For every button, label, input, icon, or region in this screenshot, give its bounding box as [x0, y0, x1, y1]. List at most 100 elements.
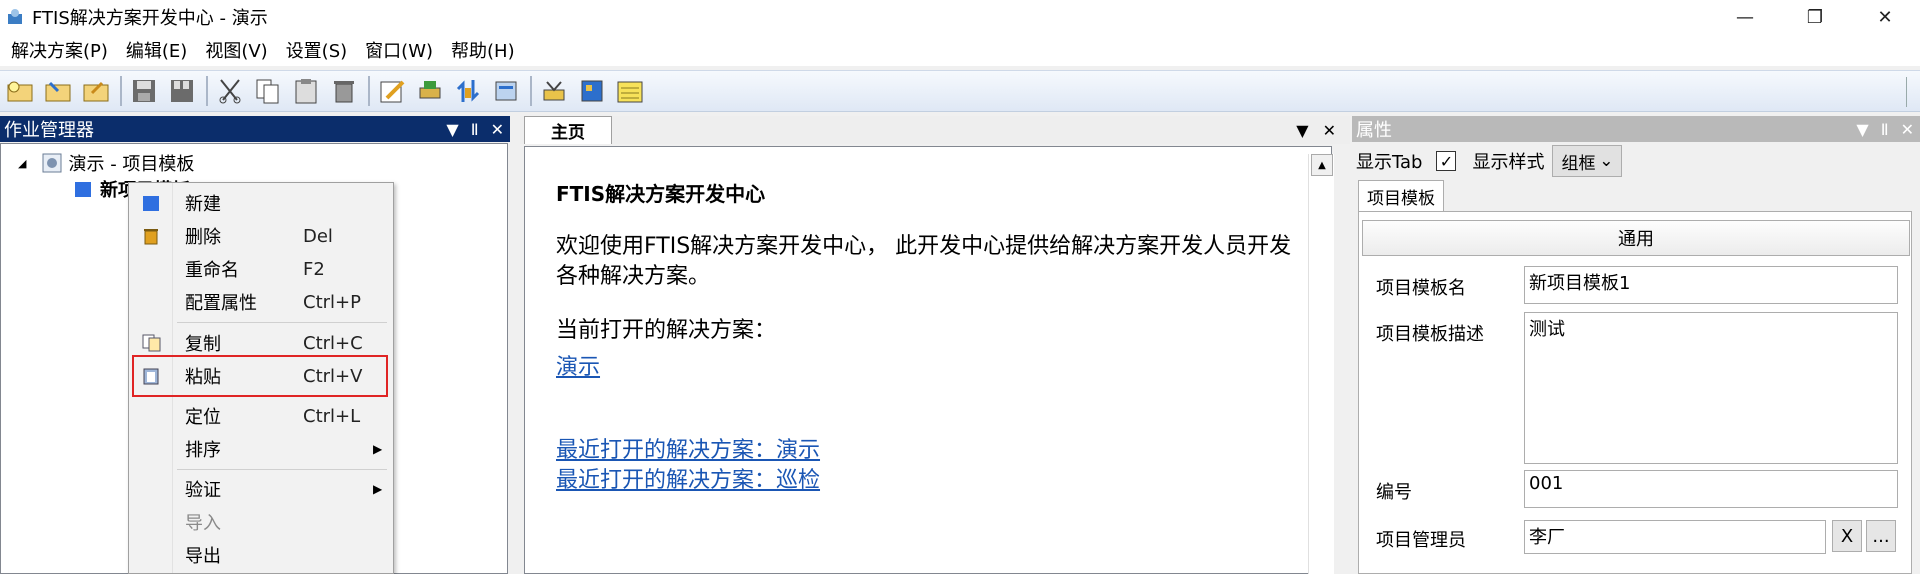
home-page [524, 146, 1332, 574]
close-window-button[interactable]: ✕ [1850, 0, 1920, 34]
menu-window[interactable]: 窗口(W) [356, 37, 442, 63]
delete-icon[interactable] [328, 75, 360, 107]
menu-help[interactable]: 帮助(H) [442, 37, 524, 63]
menu-item-label: 排序 [185, 440, 221, 461]
tools-icon[interactable] [538, 75, 570, 107]
panel-dropdown-icon[interactable]: ▼ [1856, 120, 1868, 139]
menu-separator [177, 469, 387, 470]
toolbar-separator [206, 76, 208, 106]
toolbar-separator [530, 76, 532, 106]
pin-icon[interactable]: Ⅱ [1881, 120, 1889, 139]
tab-list-icon[interactable]: ▼ [1296, 121, 1308, 140]
number-field[interactable]: 001 [1524, 470, 1898, 508]
restore-button[interactable]: ❐ [1780, 0, 1850, 34]
number-label: 编号 [1376, 482, 1412, 503]
config-icon[interactable] [576, 75, 608, 107]
toolbar-separator [120, 76, 122, 106]
menu-item-label: 配置属性 [185, 293, 257, 314]
menu-item-label: 新建 [185, 194, 221, 215]
menu-settings[interactable]: 设置(S) [277, 37, 356, 63]
left-panel-scrollbar[interactable] [508, 143, 520, 574]
properties-header: 属性 ▼ Ⅱ ✕ [1352, 116, 1920, 142]
trash-icon [142, 227, 160, 245]
manager-field[interactable]: 李厂 [1524, 520, 1826, 554]
menu-edit[interactable]: 编辑(E) [117, 37, 196, 63]
job-manager-title: 作业管理器 [4, 120, 94, 141]
recent-solution-link-2[interactable]: 最近打开的解决方案：巡检 [556, 462, 820, 494]
menu-item-shortcut: F2 [303, 258, 325, 280]
print-icon[interactable] [414, 75, 446, 107]
close-panel-icon[interactable]: ✕ [491, 120, 504, 139]
group-general[interactable]: 通用 [1362, 220, 1910, 256]
menu-item-copy[interactable]: 复制 Ctrl+C [129, 328, 393, 358]
menu-item-import: 导入 [129, 507, 393, 537]
tree-root-label: 演示 - 项目模板 [68, 154, 195, 175]
notes-icon[interactable] [614, 75, 646, 107]
template-desc-field[interactable]: 测试 [1524, 312, 1898, 464]
minimize-button[interactable]: — [1710, 0, 1780, 34]
highlight-annotation [132, 355, 388, 397]
toolbar-grip[interactable] [1906, 77, 1916, 107]
submenu-arrow-icon: ▶ [373, 482, 383, 496]
current-solution-label: 当前打开的解决方案： [556, 318, 777, 343]
properties-toolbar: 显示Tab ✓ 显示样式 组框 ⌄ [1356, 144, 1623, 178]
menu-item-label: 验证 [185, 480, 221, 501]
toolbar-separator [368, 76, 370, 106]
new-icon [142, 194, 160, 212]
browse-manager-button[interactable]: ... [1866, 520, 1896, 552]
menu-item-label: 复制 [185, 334, 221, 355]
close-panel-icon[interactable]: ✕ [1901, 120, 1914, 139]
template-name-field[interactable]: 新项目模板1 [1524, 266, 1898, 304]
solution-icon [42, 153, 62, 173]
title-bar: FTIS解决方案开发中心 - 演示 — ❐ ✕ [0, 0, 1920, 34]
show-tab-checkbox[interactable]: ✓ [1436, 151, 1457, 171]
edit-solution-icon[interactable] [80, 75, 112, 107]
menu-item-delete[interactable]: 删除 Del [129, 221, 393, 251]
expand-arrow-icon[interactable]: ◢ [18, 157, 26, 170]
scroll-up-button[interactable]: ▲ [1311, 154, 1333, 176]
cut-icon[interactable] [214, 75, 246, 107]
tab-home[interactable]: 主页 [524, 116, 612, 144]
home-heading: FTIS解决方案开发中心 [556, 182, 766, 206]
display-style-value: 组框 [1561, 153, 1596, 174]
new-solution-icon[interactable] [4, 75, 36, 107]
menu-item-label: 定位 [185, 407, 221, 428]
display-style-select[interactable]: 组框 ⌄ [1552, 145, 1623, 177]
tree-root[interactable]: ◢ 演示 - 项目模板 [18, 150, 194, 176]
menu-item-rename[interactable]: 重命名 F2 [129, 254, 393, 284]
import-icon[interactable] [452, 75, 484, 107]
current-solution-link[interactable]: 演示 [556, 349, 600, 381]
save-icon[interactable] [128, 75, 160, 107]
home-scrollbar[interactable]: ▲ [1308, 154, 1334, 574]
menu-item-label: 导入 [185, 513, 221, 534]
menu-item-shortcut: Ctrl+C [303, 332, 363, 354]
menu-item-sort[interactable]: 排序 ▶ [129, 434, 393, 464]
copy-icon [142, 334, 161, 352]
clear-manager-button[interactable]: X [1832, 520, 1862, 552]
pin-icon[interactable]: Ⅱ [471, 120, 479, 139]
close-tab-icon[interactable]: ✕ [1323, 121, 1336, 140]
menu-item-label: 重命名 [185, 260, 239, 281]
properties-title: 属性 [1356, 120, 1392, 141]
menu-item-locate[interactable]: 定位 Ctrl+L [129, 401, 393, 431]
open-solution-icon[interactable] [42, 75, 74, 107]
save-all-icon[interactable] [166, 75, 198, 107]
recent-solution-link-1[interactable]: 最近打开的解决方案：演示 [556, 432, 820, 464]
export-icon[interactable] [490, 75, 522, 107]
manager-label: 项目管理员 [1376, 530, 1466, 551]
panel-dropdown-icon[interactable]: ▼ [446, 120, 458, 139]
menu-item-new[interactable]: 新建 [129, 188, 393, 218]
tab-project-template[interactable]: 项目模板 [1358, 180, 1444, 212]
template-desc-label: 项目模板描述 [1376, 324, 1484, 345]
menu-item-shortcut: Ctrl+P [303, 291, 361, 313]
menu-item-validate[interactable]: 验证 ▶ [129, 474, 393, 504]
paste-icon[interactable] [290, 75, 322, 107]
menu-solution[interactable]: 解决方案(P) [2, 37, 117, 63]
menu-view[interactable]: 视图(V) [196, 37, 276, 63]
edit-icon[interactable] [376, 75, 408, 107]
menu-item-properties[interactable]: 配置属性 Ctrl+P [129, 287, 393, 317]
welcome-text: 欢迎使用FTIS解决方案开发中心， 此开发中心提供给解决方案开发人员开发各种解决… [556, 234, 1292, 289]
menu-bar: 解决方案(P) 编辑(E) 视图(V) 设置(S) 窗口(W) 帮助(H) [0, 34, 1920, 66]
menu-item-export[interactable]: 导出 [129, 540, 393, 570]
copy-icon[interactable] [252, 75, 284, 107]
